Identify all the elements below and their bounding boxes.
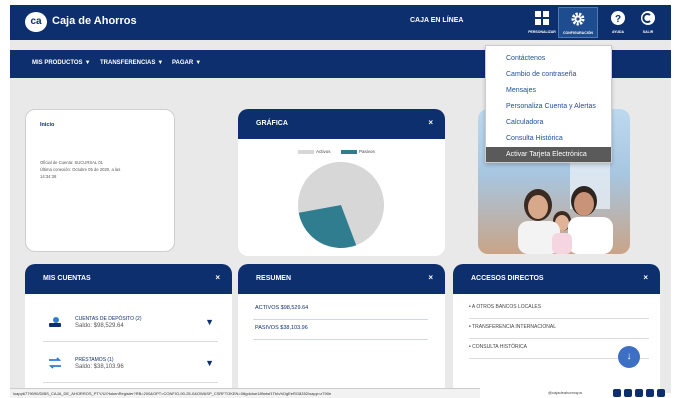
account-balance: Saldo: $38,103.96 — [75, 364, 124, 370]
menu-item-consulta-historica[interactable]: Consulta Histórica — [486, 131, 611, 146]
resumen-header: RESUMEN × — [238, 264, 445, 294]
top-bar: ca Caja de Ahorros CAJA EN LÍNEA PERSONA… — [10, 5, 671, 40]
settings-dropdown-menu: Contáctenos Cambio de contraseña Mensaje… — [485, 45, 612, 163]
deposit-icon — [49, 317, 61, 327]
salir-label: SALIR — [642, 30, 654, 34]
mis-cuentas-card: MIS CUENTAS × CUENTAS DE DEPÓSITO (2) Sa… — [25, 264, 232, 393]
svg-text:?: ? — [615, 14, 621, 25]
shortcut-label: • A OTROS BANCOS LOCALES — [469, 304, 541, 310]
salir-button[interactable]: SALIR — [628, 7, 668, 38]
menu-item-cambio-contrasena[interactable]: Cambio de contraseña — [486, 67, 611, 82]
brand-logo[interactable]: ca — [25, 12, 47, 32]
personalizar-label: PERSONALIZAR — [528, 30, 556, 34]
chevron-down-icon: ▼ — [157, 60, 164, 66]
bullet: • — [469, 324, 471, 330]
accesos-directos-card: ACCESOS DIRECTOS × • A OTROS BANCOS LOCA… — [453, 264, 660, 393]
brand-name[interactable]: Caja de Ahorros — [52, 15, 137, 27]
welcome-title: Inicio — [40, 122, 55, 128]
account-name: CUENTAS DE DEPÓSITO (2) — [75, 316, 142, 322]
gear-icon — [571, 12, 585, 26]
loan-icon — [48, 357, 62, 369]
resumen-card: RESUMEN × ACTIVOS $98,529.64 PASIVOS $38… — [238, 264, 445, 393]
help-icon: ? — [611, 11, 625, 25]
browser-status-url: loapp6779090/DIBS_CAJA_DE_AHORROS_PTY/UI… — [10, 388, 480, 398]
nav-mis-productos-label: MIS PRODUCTOS — [32, 60, 83, 66]
nav-pagar-label: PAGAR — [172, 60, 194, 66]
menu-item-activar-tarjeta[interactable]: Activar Tarjeta Electrónica — [486, 147, 611, 162]
chevron-down-icon[interactable]: ▼ — [205, 358, 214, 368]
menu-item-personaliza[interactable]: Personaliza Cuenta y Alertas — [486, 99, 611, 114]
nav-mis-productos[interactable]: MIS PRODUCTOS ▼ — [32, 60, 91, 66]
shortcut-label: • CONSULTA HISTÓRICA — [469, 344, 527, 350]
account-row-depositos[interactable]: CUENTAS DE DEPÓSITO (2) Saldo: $98,529.6… — [43, 308, 218, 342]
social-handle: @cajadeahorrospa — [548, 390, 582, 395]
resumen-row-pasivos: PASIVOS $38,103.96 — [253, 322, 428, 340]
accesos-title: ACCESOS DIRECTOS — [471, 275, 544, 282]
shortcut-otros-bancos[interactable]: • A OTROS BANCOS LOCALES — [469, 300, 649, 319]
mis-cuentas-title: MIS CUENTAS — [43, 275, 91, 282]
nav-transferencias[interactable]: TRANSFERENCIAS ▼ — [100, 60, 163, 66]
chevron-down-icon[interactable]: ▼ — [205, 317, 214, 327]
grafica-card: GRÁFICA × Activos Pasivos — [238, 109, 445, 256]
shortcut-text: A OTROS BANCOS LOCALES — [471, 304, 542, 310]
menu-item-contactenos[interactable]: Contáctenos — [486, 51, 611, 66]
nav-pagar[interactable]: PAGAR ▼ — [172, 60, 201, 66]
menu-item-mensajes[interactable]: Mensajes — [486, 83, 611, 98]
arrow-down-icon[interactable]: ↓ — [618, 346, 640, 368]
nav-transferencias-label: TRANSFERENCIAS — [100, 60, 156, 66]
last-connection-time: 14:34:36 — [40, 174, 57, 179]
configuracion-label: CONFIGURACIÓN — [563, 31, 593, 35]
account-row-prestamos[interactable]: PRÉSTAMOS (1) Saldo: $38,103.96 ▼ — [43, 349, 218, 383]
shortcut-text: CONSULTA HISTÓRICA — [472, 344, 527, 350]
online-label: CAJA EN LÍNEA — [410, 17, 464, 24]
close-icon[interactable]: × — [643, 273, 648, 282]
mis-cuentas-header: MIS CUENTAS × — [25, 264, 232, 294]
pie-chart — [298, 162, 384, 248]
shortcut-text: TRANSFERENCIA INTERNACIONAL — [472, 324, 556, 330]
resumen-pasivos-text: PASIVOS $38,103.96 — [255, 325, 308, 331]
menu-item-calculadora[interactable]: Calculadora — [486, 115, 611, 130]
bullet: • — [469, 304, 471, 310]
resumen-title: RESUMEN — [256, 275, 292, 282]
shortcut-transferencia-internacional[interactable]: • TRANSFERENCIA INTERNACIONAL — [469, 320, 649, 339]
close-icon[interactable]: × — [428, 273, 433, 282]
app-frame: ca Caja de Ahorros CAJA EN LÍNEA PERSONA… — [10, 5, 671, 393]
bullet: • — [469, 344, 471, 350]
grid-icon — [535, 11, 549, 25]
account-name: PRÉSTAMOS (1) — [75, 357, 114, 363]
twitter-icon[interactable] — [624, 389, 632, 397]
resumen-row-activos: ACTIVOS $98,529.64 — [253, 302, 428, 320]
shortcut-label: • TRANSFERENCIA INTERNACIONAL — [469, 324, 556, 330]
close-icon[interactable]: × — [215, 273, 220, 282]
instagram-icon[interactable] — [646, 389, 654, 397]
last-connection-text: Última conexión: Octubre 05 de 2020, a l… — [40, 167, 121, 172]
accesos-header: ACCESOS DIRECTOS × — [453, 264, 660, 294]
personalizar-button[interactable]: PERSONALIZAR — [522, 7, 562, 38]
welcome-card: Inicio Oficial de Cuenta: SUCURSAL 01 Úl… — [25, 109, 175, 252]
configuracion-button[interactable]: CONFIGURACIÓN — [558, 7, 598, 38]
resumen-activos-text: ACTIVOS $98,529.64 — [255, 305, 309, 311]
social-links: @cajadeahorrospa — [548, 388, 678, 398]
logout-icon — [641, 11, 655, 25]
linkedin-icon[interactable] — [657, 389, 665, 397]
account-officer-text: Oficial de Cuenta: SUCURSAL 01 — [40, 160, 103, 165]
chevron-down-icon: ▼ — [195, 60, 202, 66]
facebook-icon[interactable] — [613, 389, 621, 397]
chevron-down-icon: ▼ — [84, 60, 91, 66]
account-balance: Saldo: $98,529.64 — [75, 323, 124, 329]
youtube-icon[interactable] — [635, 389, 643, 397]
